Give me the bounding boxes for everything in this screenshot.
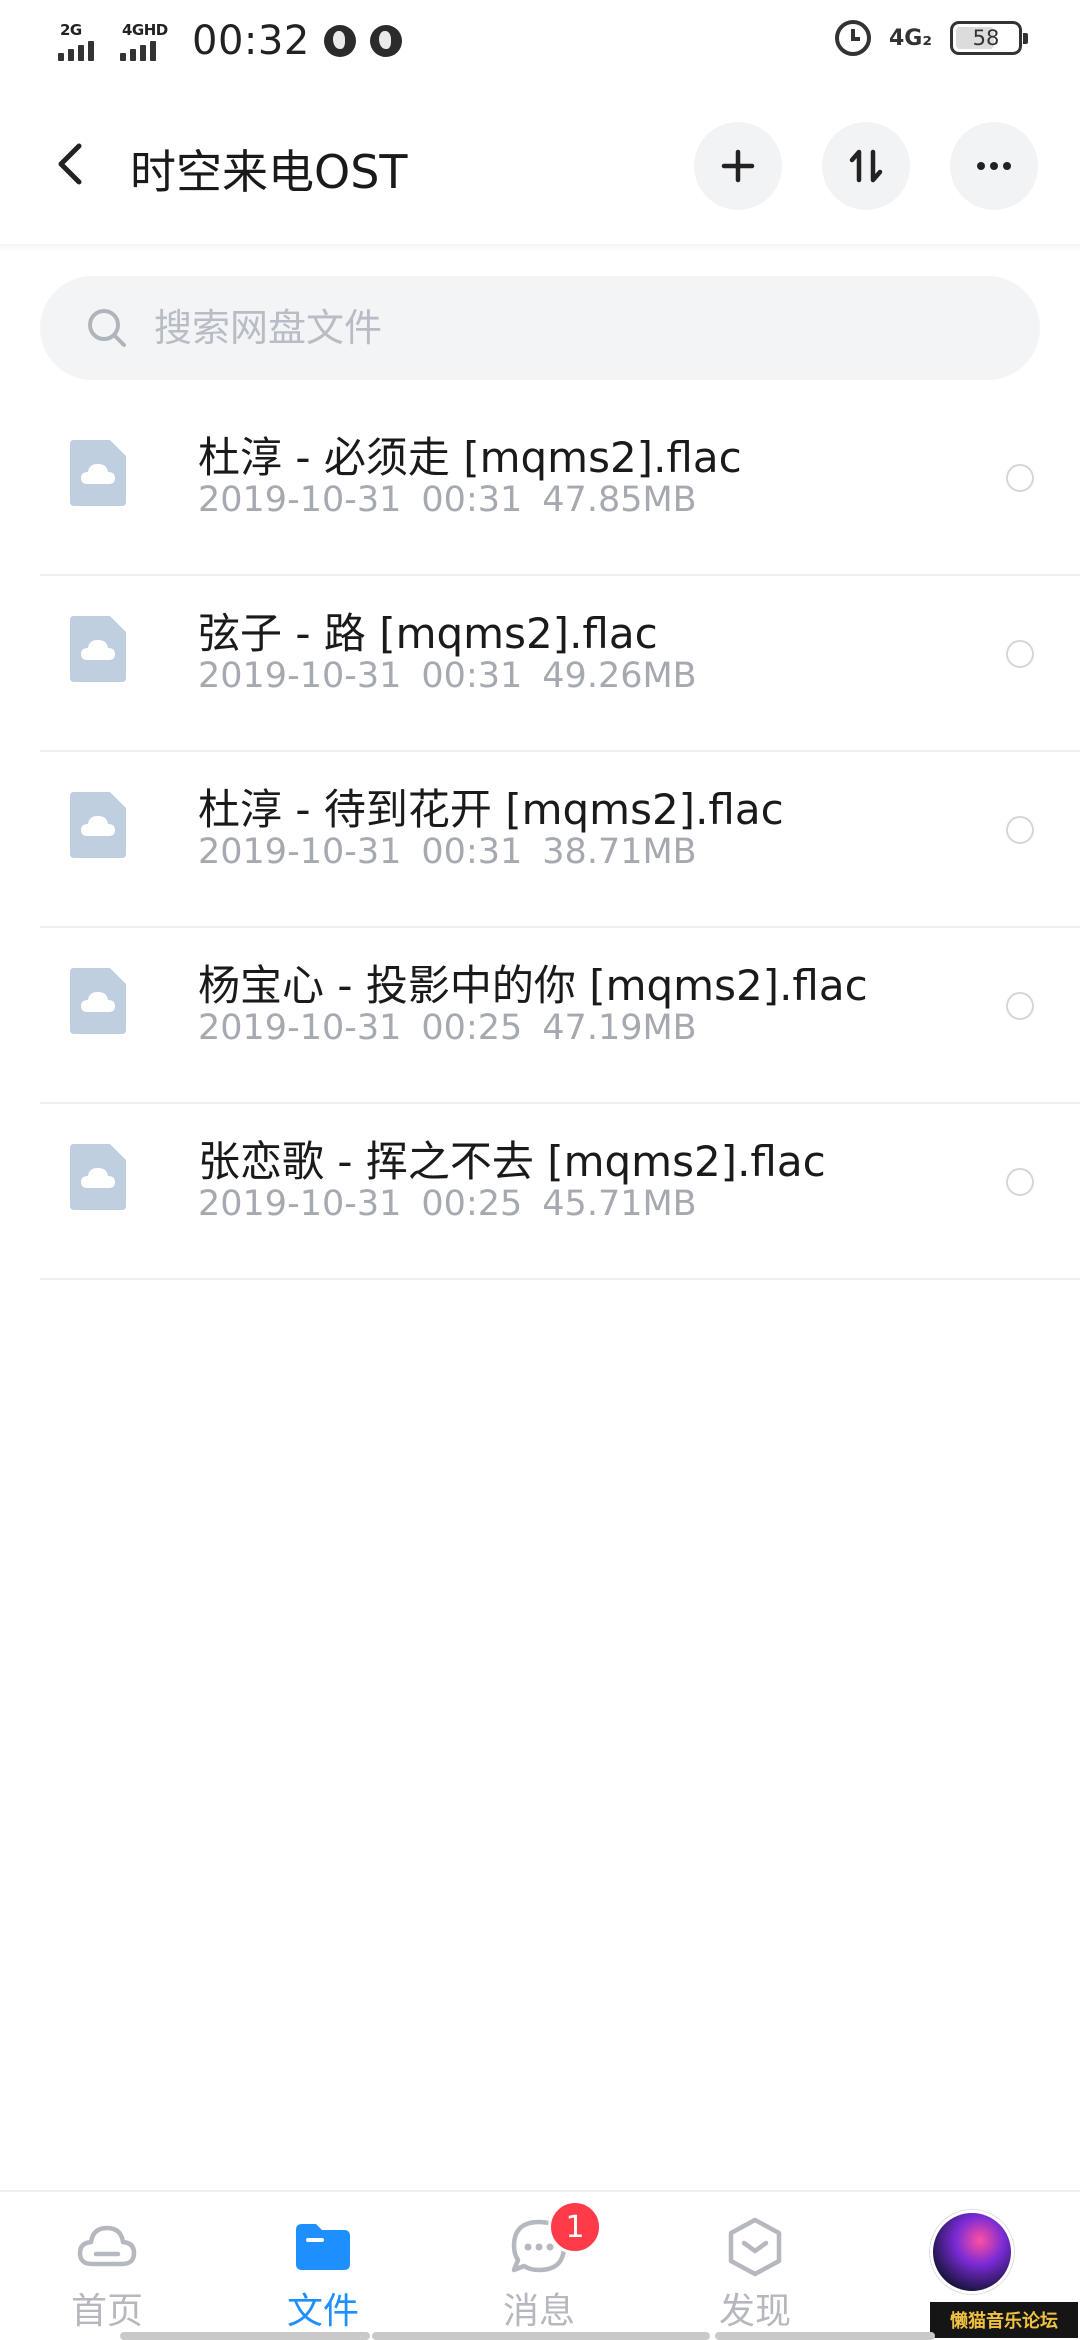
file-time: 00:25	[421, 1184, 523, 1224]
nav-home-label: 首页	[70, 2291, 143, 2332]
battery-level: 58	[972, 26, 1000, 50]
search-input[interactable]	[154, 306, 954, 350]
screen: 2G 4GHD 00:32 4G₂ 58 时空来电OST 搜索网盘文件 杜淳 -…	[0, 0, 1080, 2340]
file-row[interactable]: 杜淳 - 必须走 [mqms2].flac 2019-10-31 00:31 47.…	[40, 400, 1080, 576]
cloud-file-icon	[70, 616, 126, 682]
file-time: 00:31	[421, 832, 523, 872]
signal-1-label: 2G	[60, 21, 82, 39]
select-checkbox[interactable]	[1006, 816, 1034, 844]
gesture-bar-center	[372, 2332, 710, 2340]
nav-files-label: 文件	[286, 2291, 359, 2332]
alarm-icon	[834, 20, 871, 56]
file-name: 杨宝心 - 投影中的你 [mqms2].flac	[198, 961, 868, 1010]
select-checkbox[interactable]	[1006, 640, 1034, 668]
browser-icon-2	[369, 25, 402, 57]
file-time: 00:31	[421, 656, 523, 696]
cloud-file-icon	[70, 1144, 126, 1210]
cloud-file-icon	[70, 968, 126, 1034]
file-meta: 2019-10-31 00:25 47.19MB	[198, 1008, 717, 1048]
file-size: 47.19MB	[542, 1008, 697, 1048]
file-meta: 2019-10-31 00:31 49.26MB	[198, 656, 717, 696]
select-checkbox[interactable]	[1006, 464, 1034, 492]
more-button[interactable]	[950, 122, 1038, 210]
file-date: 2019-10-31	[198, 656, 402, 696]
header-divider	[0, 244, 1080, 252]
search-icon	[88, 309, 126, 347]
file-size: 49.26MB	[542, 656, 697, 696]
plus-icon	[721, 149, 755, 183]
signal-2-label: 4GHD	[122, 21, 168, 39]
app-header: 时空来电OST	[0, 84, 1080, 244]
file-meta: 2019-10-31 00:25 45.71MB	[198, 1184, 717, 1224]
status-bar: 2G 4GHD 00:32 4G₂ 58	[0, 0, 1080, 84]
file-name: 杜淳 - 必须走 [mqms2].flac	[198, 433, 742, 482]
watermark: 懒猫音乐论坛	[930, 2302, 1078, 2338]
signal-2-icon: 4GHD	[120, 21, 174, 61]
select-checkbox[interactable]	[1006, 1168, 1034, 1196]
battery-icon: 58	[950, 21, 1028, 55]
nav-discover[interactable]: 发现	[680, 2216, 830, 2340]
nav-messages[interactable]: 1 消息	[464, 2200, 614, 2340]
file-name: 弦子 - 路 [mqms2].flac	[198, 609, 658, 658]
file-date: 2019-10-31	[198, 480, 402, 520]
file-list: 杜淳 - 必须走 [mqms2].flac 2019-10-31 00:31 47.…	[40, 400, 1080, 1280]
page-title: 时空来电OST	[130, 145, 408, 199]
file-meta: 2019-10-31 00:31 47.85MB	[198, 480, 717, 520]
file-size: 47.85MB	[542, 480, 697, 520]
file-row[interactable]: 弦子 - 路 [mqms2].flac 2019-10-31 00:31 49.26…	[40, 576, 1080, 752]
nav-messages-label: 消息	[502, 2291, 575, 2332]
sort-button[interactable]	[822, 122, 910, 210]
file-time: 00:25	[421, 1008, 523, 1048]
file-date: 2019-10-31	[198, 1184, 402, 1224]
sort-arrows-icon	[849, 149, 883, 183]
signal-1-icon: 2G	[58, 21, 112, 61]
file-meta: 2019-10-31 00:31 38.71MB	[198, 832, 717, 872]
nav-home[interactable]: 首页	[32, 2216, 182, 2340]
file-row[interactable]: 杨宝心 - 投影中的你 [mqms2].flac 2019-10-31 00:25…	[40, 928, 1080, 1104]
file-row[interactable]: 杜淳 - 待到花开 [mqms2].flac 2019-10-31 00:31 38…	[40, 752, 1080, 928]
file-size: 45.71MB	[542, 1184, 697, 1224]
back-button[interactable]	[38, 124, 102, 204]
network-4g-label: 4G₂	[888, 25, 932, 51]
folder-icon	[296, 2224, 350, 2270]
file-name: 杜淳 - 待到花开 [mqms2].flac	[198, 785, 784, 834]
ellipsis-icon	[977, 162, 1011, 170]
cloud-home-icon	[77, 2225, 137, 2267]
file-time: 00:31	[421, 480, 523, 520]
gesture-bar-right	[715, 2332, 935, 2340]
messages-badge: 1	[548, 2200, 602, 2254]
file-date: 2019-10-31	[198, 1008, 402, 1048]
avatar[interactable]	[930, 2210, 1014, 2294]
chevron-left-icon	[58, 143, 82, 185]
gesture-bar-left	[120, 2332, 370, 2340]
browser-icon	[323, 25, 356, 57]
cloud-file-icon	[70, 440, 126, 506]
file-row[interactable]: 张恋歌 - 挥之不去 [mqms2].flac 2019-10-31 00:25 4…	[40, 1104, 1080, 1280]
cloud-file-icon	[70, 792, 126, 858]
status-bar-right: 4G₂ 58	[834, 20, 1028, 56]
nav-discover-label: 发现	[718, 2291, 791, 2332]
status-bar-left: 2G 4GHD 00:32	[58, 18, 402, 64]
select-checkbox[interactable]	[1006, 992, 1034, 1020]
bottom-nav: 首页 文件 1 消息 发现	[0, 2190, 1080, 2340]
nav-files[interactable]: 文件	[248, 2216, 398, 2340]
add-button[interactable]	[694, 122, 782, 210]
search-bar[interactable]	[40, 276, 1040, 380]
file-date: 2019-10-31	[198, 832, 402, 872]
discover-hexagon-icon	[728, 2217, 782, 2277]
file-size: 38.71MB	[542, 832, 697, 872]
status-time: 00:32	[192, 18, 310, 64]
file-name: 张恋歌 - 挥之不去 [mqms2].flac	[198, 1137, 826, 1186]
